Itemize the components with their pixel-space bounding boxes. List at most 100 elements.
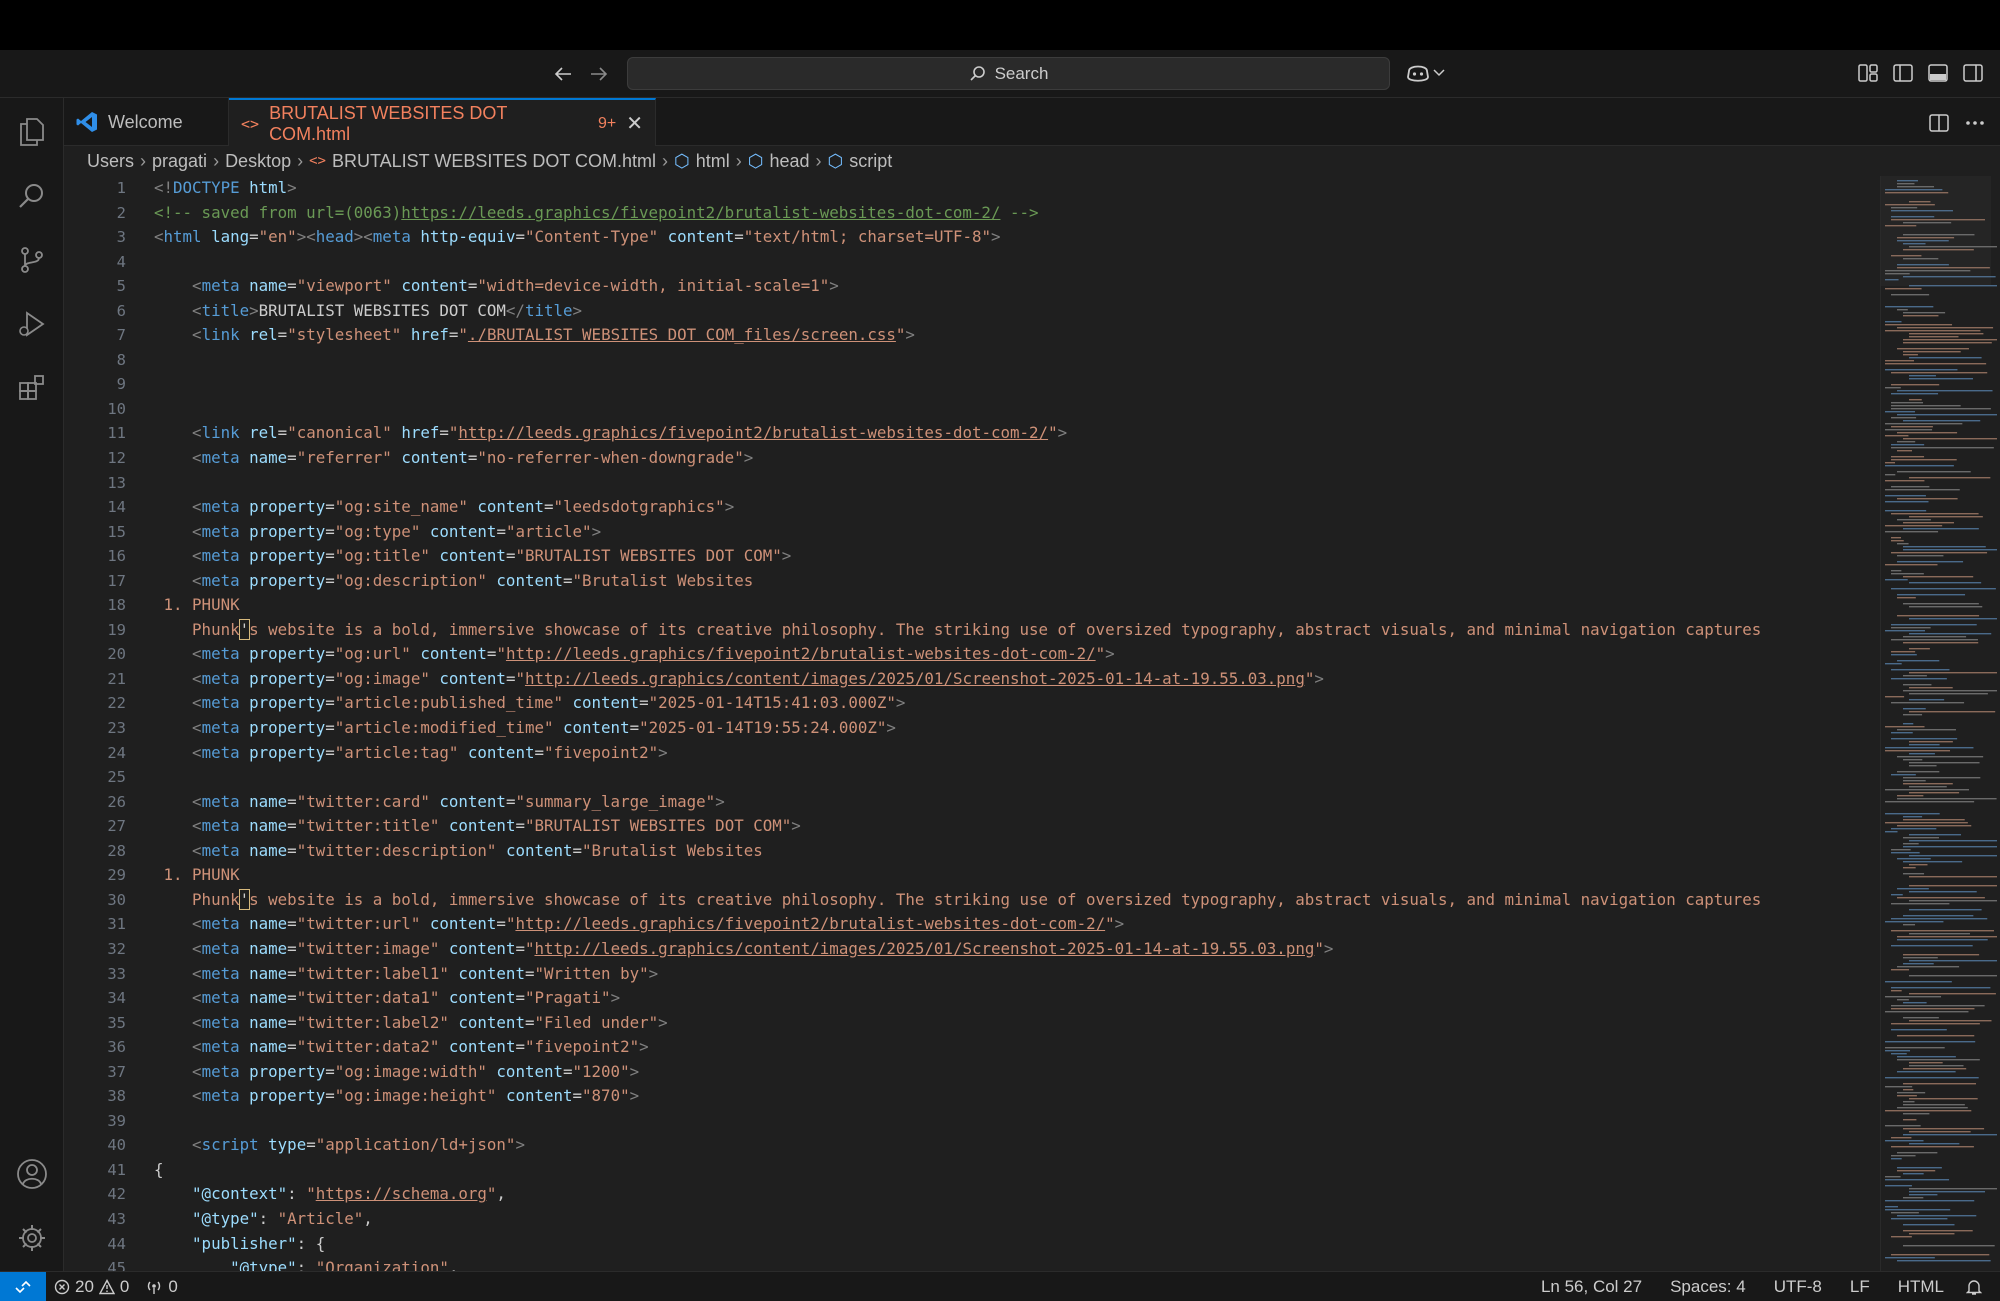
forward-arrow-icon[interactable] bbox=[584, 58, 614, 90]
code-line[interactable]: <meta name="twitter:title" content="BRUT… bbox=[154, 814, 1880, 839]
code-line[interactable]: <meta property="article:tag" content="fi… bbox=[154, 741, 1880, 766]
breadcrumb-item[interactable]: pragati bbox=[152, 151, 207, 172]
code-line[interactable] bbox=[154, 471, 1880, 496]
code-line[interactable]: <meta name="twitter:card" content="summa… bbox=[154, 790, 1880, 815]
back-arrow-icon[interactable] bbox=[548, 58, 578, 90]
code-line[interactable] bbox=[154, 372, 1880, 397]
code-line[interactable]: <title>BRUTALIST WEBSITES DOT COM</title… bbox=[154, 299, 1880, 324]
code-line[interactable]: <meta property="og:site_name" content="l… bbox=[154, 495, 1880, 520]
code-line[interactable]: { bbox=[154, 1158, 1880, 1183]
remote-indicator-icon[interactable] bbox=[0, 1271, 46, 1301]
code-line[interactable]: <meta name="referrer" content="no-referr… bbox=[154, 446, 1880, 471]
code-line[interactable]: "@type": "Organization", bbox=[154, 1256, 1880, 1271]
code-line[interactable]: <link rel="stylesheet" href="./BRUTALIST… bbox=[154, 323, 1880, 348]
minimap-line bbox=[1903, 915, 1974, 917]
code-line[interactable]: <meta name="twitter:image" content="http… bbox=[154, 937, 1880, 962]
code-token: < bbox=[192, 1012, 202, 1032]
code-token: < bbox=[192, 300, 202, 320]
code-line[interactable]: <!-- saved from url=(0063)https://leeds.… bbox=[154, 201, 1880, 226]
split-editor-icon[interactable] bbox=[1927, 111, 1951, 135]
code-line[interactable]: <html lang="en"><head><meta http-equiv="… bbox=[154, 225, 1880, 250]
code-lines[interactable]: <!DOCTYPE html> <!-- saved from url=(0063… bbox=[154, 176, 1880, 1271]
code-line[interactable]: <meta property="og:image" content="http:… bbox=[154, 667, 1880, 692]
tab-brutalist-html[interactable]: <> BRUTALIST WEBSITES DOT COM.html 9+ ✕ bbox=[229, 98, 656, 147]
more-actions-icon[interactable] bbox=[1963, 111, 1987, 135]
code-token: content bbox=[401, 276, 468, 296]
breadcrumb-item[interactable]: head bbox=[769, 151, 809, 172]
code-token: > bbox=[287, 178, 297, 197]
code-line[interactable]: Phunk's website is a bold, immersive sho… bbox=[154, 618, 1880, 643]
close-icon[interactable]: ✕ bbox=[626, 111, 643, 136]
toggle-secondary-sidebar-icon[interactable] bbox=[1962, 62, 1984, 84]
code-line[interactable]: <meta name="twitter:url" content="http:/… bbox=[154, 912, 1880, 937]
explorer-icon[interactable] bbox=[0, 100, 64, 164]
end-of-line[interactable]: LF bbox=[1836, 1272, 1884, 1301]
code-token: " bbox=[515, 668, 525, 688]
source-control-icon[interactable] bbox=[0, 228, 64, 292]
code-line[interactable] bbox=[154, 1109, 1880, 1134]
language-mode[interactable]: HTML bbox=[1884, 1272, 1958, 1301]
code-line[interactable]: <meta property="og:image:height" content… bbox=[154, 1084, 1880, 1109]
code-line[interactable]: <script type="application/ld+json"> bbox=[154, 1133, 1880, 1158]
code-line[interactable]: <meta property="article:published_time" … bbox=[154, 691, 1880, 716]
code-line[interactable]: <meta property="og:description" content=… bbox=[154, 569, 1880, 594]
run-and-debug-icon[interactable] bbox=[0, 292, 64, 356]
code-editor[interactable]: 1 2 3 4 5 6 7 8 9 10 11 12 13 14 15 16 17 18 19 20 21 22 23 24 2… bbox=[64, 176, 2000, 1271]
indentation[interactable]: Spaces: 4 bbox=[1656, 1272, 1760, 1301]
breadcrumb-item[interactable]: BRUTALIST WEBSITES DOT COM.html bbox=[332, 151, 656, 172]
code-line[interactable]: "@context": "https://schema.org", bbox=[154, 1182, 1880, 1207]
code-line[interactable]: <meta name="twitter:label1" content="Wri… bbox=[154, 962, 1880, 987]
code-line[interactable]: <meta name="twitter:label2" content="Fil… bbox=[154, 1011, 1880, 1036]
tab-welcome[interactable]: Welcome bbox=[64, 98, 229, 146]
code-token: meta bbox=[201, 914, 240, 934]
accounts-icon[interactable] bbox=[0, 1142, 64, 1206]
breadcrumb-item[interactable]: script bbox=[849, 151, 892, 172]
code-line[interactable]: <meta property="og:type" content="articl… bbox=[154, 520, 1880, 545]
code-line[interactable]: <link rel="canonical" href="http://leeds… bbox=[154, 421, 1880, 446]
ports-indicator[interactable]: 0 bbox=[137, 1272, 185, 1301]
search-view-icon[interactable] bbox=[0, 164, 64, 228]
code-line[interactable]: <meta name="viewport" content="width=dev… bbox=[154, 274, 1880, 299]
code-line[interactable] bbox=[154, 348, 1880, 373]
code-line[interactable]: <meta name="twitter:data2" content="five… bbox=[154, 1035, 1880, 1060]
notifications-bell-icon[interactable] bbox=[1958, 1272, 2000, 1301]
code-line[interactable] bbox=[154, 250, 1880, 275]
code-token: , bbox=[496, 1184, 506, 1204]
minimap-line bbox=[1909, 741, 1953, 743]
minimap-line bbox=[1885, 324, 1953, 326]
code-line[interactable] bbox=[154, 765, 1880, 790]
code-line[interactable]: "publisher": { bbox=[154, 1232, 1880, 1257]
code-line[interactable]: <!DOCTYPE html> bbox=[154, 176, 1880, 201]
code-line[interactable]: <meta name="twitter:description" content… bbox=[154, 839, 1880, 864]
minimap-slider[interactable] bbox=[1881, 176, 1991, 286]
code-line[interactable] bbox=[154, 397, 1880, 422]
copilot-menu[interactable] bbox=[1405, 58, 1449, 88]
code-line[interactable]: 1. PHUNK bbox=[154, 863, 1880, 888]
code-line[interactable]: 1. PHUNK bbox=[154, 593, 1880, 618]
code-line[interactable]: <meta property="og:image:width" content=… bbox=[154, 1060, 1880, 1085]
breadcrumb-item[interactable]: Users bbox=[87, 151, 134, 172]
breadcrumb-item[interactable]: html bbox=[696, 151, 730, 172]
code-line[interactable]: <meta property="og:title" content="BRUTA… bbox=[154, 544, 1880, 569]
problems-indicator[interactable]: 20 0 bbox=[46, 1272, 137, 1301]
code-line[interactable]: <meta name="twitter:data1" content="Prag… bbox=[154, 986, 1880, 1011]
command-center-search[interactable]: Search bbox=[627, 57, 1390, 90]
encoding[interactable]: UTF-8 bbox=[1760, 1272, 1836, 1301]
minimap-line bbox=[1909, 606, 1983, 608]
code-line[interactable]: <meta property="article:modified_time" c… bbox=[154, 716, 1880, 741]
code-token: "Pragati" bbox=[524, 988, 611, 1008]
extensions-icon[interactable] bbox=[0, 356, 64, 420]
toggle-panel-icon[interactable] bbox=[1927, 62, 1949, 84]
code-token: = bbox=[325, 570, 335, 590]
customize-layout-icon[interactable] bbox=[1857, 62, 1879, 84]
code-line[interactable]: Phunk's website is a bold, immersive sho… bbox=[154, 888, 1880, 913]
code-line[interactable]: "@type": "Article", bbox=[154, 1207, 1880, 1232]
cursor-position[interactable]: Ln 56, Col 27 bbox=[1527, 1272, 1656, 1301]
minimap[interactable] bbox=[1880, 176, 2000, 1271]
settings-gear-icon[interactable] bbox=[0, 1206, 64, 1270]
toggle-primary-sidebar-icon[interactable] bbox=[1892, 62, 1914, 84]
breadcrumb-item[interactable]: Desktop bbox=[225, 151, 291, 172]
code-line[interactable]: <meta property="og:url" content="http://… bbox=[154, 642, 1880, 667]
